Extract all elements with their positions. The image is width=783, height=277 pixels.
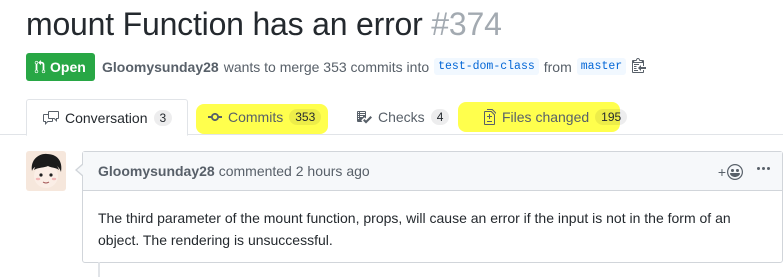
- git-pull-request-icon: [34, 60, 46, 74]
- tab-files-changed-label: Files changed: [502, 109, 590, 125]
- comment-timestamp[interactable]: commented 2 hours ago: [219, 163, 370, 179]
- comment-header: Gloomysunday28 commented 2 hours ago: [83, 152, 782, 191]
- tab-checks[interactable]: Checks 4: [356, 99, 450, 135]
- comment-discussion-icon: [43, 110, 59, 125]
- tab-files-changed[interactable]: Files changed 195: [458, 99, 628, 135]
- pr-state-label: Open: [50, 59, 86, 75]
- tab-conversation[interactable]: Conversation 3: [26, 99, 189, 136]
- head-branch[interactable]: master: [576, 58, 627, 75]
- avatar[interactable]: [26, 151, 66, 191]
- base-branch-label: test-dom-class: [438, 60, 535, 73]
- file-diff-icon: [484, 109, 496, 125]
- tab-checks-label: Checks: [378, 109, 425, 125]
- smiley-icon: [727, 163, 743, 180]
- tab-commits[interactable]: Commits 353: [196, 99, 328, 135]
- add-reaction-plus: +: [717, 163, 726, 180]
- pr-number: #374: [431, 6, 502, 42]
- git-commit-icon: [208, 113, 222, 121]
- tab-files-changed-count: 195: [595, 109, 628, 125]
- pr-tabs: Conversation 3 Commits 353 Checks 4 File…: [0, 99, 783, 136]
- pr-author-link[interactable]: Gloomysunday28: [102, 59, 219, 75]
- tab-commits-count: 353: [289, 109, 322, 125]
- tab-conversation-count: 3: [153, 109, 173, 126]
- pr-title-text: mount Function has an error: [26, 6, 423, 42]
- more-options-icon[interactable]: [757, 161, 770, 182]
- comment-box: Gloomysunday28 commented 2 hours ago + T…: [75, 151, 783, 263]
- base-branch[interactable]: test-dom-class: [434, 58, 539, 75]
- add-reaction-button[interactable]: +: [717, 163, 743, 180]
- pr-state-badge: Open: [26, 53, 95, 81]
- checklist-icon: [357, 111, 372, 124]
- comment-author-link[interactable]: Gloomysunday28: [98, 163, 215, 179]
- timeline-line: [98, 262, 100, 277]
- comment-actions: +: [718, 161, 770, 182]
- pr-meta: Gloomysunday28 wants to merge 353 commit…: [102, 57, 647, 76]
- head-branch-label: master: [580, 60, 623, 73]
- tab-commits-label: Commits: [228, 109, 284, 125]
- comment-body: The third parameter of the mount functio…: [98, 210, 731, 248]
- clipboard-copy-icon[interactable]: [632, 57, 647, 76]
- from-text: from: [543, 58, 572, 75]
- tab-checks-count: 4: [430, 109, 450, 125]
- pr-meta-text: wants to merge 353 commits into: [223, 58, 430, 75]
- tab-conversation-label: Conversation: [65, 109, 148, 126]
- pr-title: mount Function has an error #374: [26, 6, 502, 43]
